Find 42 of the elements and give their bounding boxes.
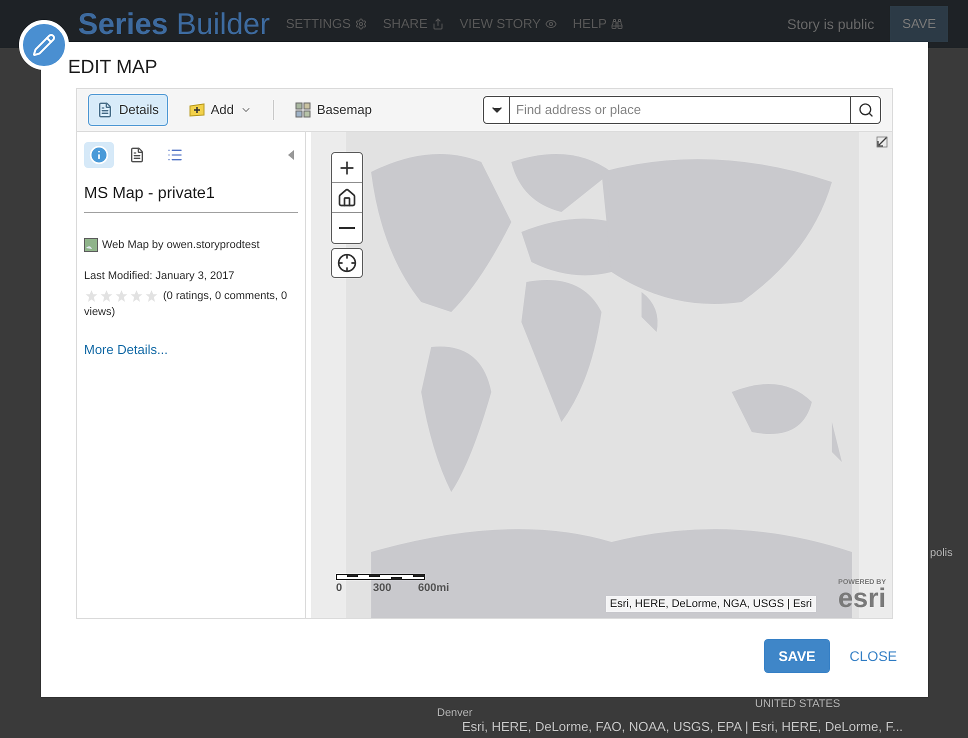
owner-text: Web Map by owen.storyprodtest — [102, 238, 260, 253]
modified-text: Last Modified: January 3, 2017 — [84, 268, 236, 284]
ratings-text: (0 ratings, 0 comments, 0 views) — [84, 290, 288, 318]
locate-button[interactable] — [331, 248, 363, 278]
search-icon — [858, 102, 874, 118]
grid-icon — [294, 102, 311, 118]
scale-label: 600mi — [418, 581, 450, 596]
more-details-link[interactable]: More Details... — [84, 340, 298, 360]
add-layer-icon — [188, 103, 205, 117]
toolbar-button[interactable]: Add — [180, 94, 261, 126]
expand-icon[interactable] — [876, 136, 888, 148]
nav-icon — [354, 18, 367, 30]
scale-label: 300 — [373, 581, 392, 596]
story-status: Story is public — [787, 14, 874, 34]
info-icon — [89, 145, 109, 165]
search-field[interactable]: Find address or place — [483, 96, 881, 124]
save-button[interactable]: SAVE — [764, 639, 830, 673]
map-label: UNITED STATES — [755, 697, 840, 712]
map-attribution: Esri, HERE, DeLorme, NGA, USGS | Esri — [606, 596, 816, 612]
map-thumbnail-icon — [84, 238, 98, 252]
attribution-text: Esri, HERE, DeLorme, FAO, NOAA, USGS, EPA | Esri, HERE, DeLorme, F... — [462, 718, 903, 736]
home-icon — [337, 188, 357, 208]
app-title: Series Builder — [78, 6, 270, 42]
document-icon — [97, 102, 113, 118]
nav-icon — [432, 18, 444, 30]
map-label: polis — [930, 546, 953, 561]
nav-icon — [610, 18, 623, 30]
minus-icon — [339, 227, 355, 229]
list-icon — [167, 147, 183, 163]
collapse-icon[interactable] — [288, 150, 294, 160]
save-button[interactable]: SAVE — [890, 6, 948, 42]
map-label: Denver — [437, 706, 472, 721]
search-input[interactable]: Find address or place — [510, 100, 850, 120]
toolbar-button[interactable]: Details — [88, 94, 168, 126]
item-title: MS Map - private1 — [84, 182, 298, 213]
document-icon — [129, 147, 145, 163]
toolbar-button[interactable]: Basemap — [286, 94, 381, 126]
scale-label: 0 — [336, 581, 342, 596]
crosshair-icon — [337, 253, 357, 273]
dialog-title: EDIT MAP — [68, 56, 158, 80]
close-button[interactable]: CLOSE — [850, 646, 897, 666]
nav-icon — [544, 18, 557, 30]
